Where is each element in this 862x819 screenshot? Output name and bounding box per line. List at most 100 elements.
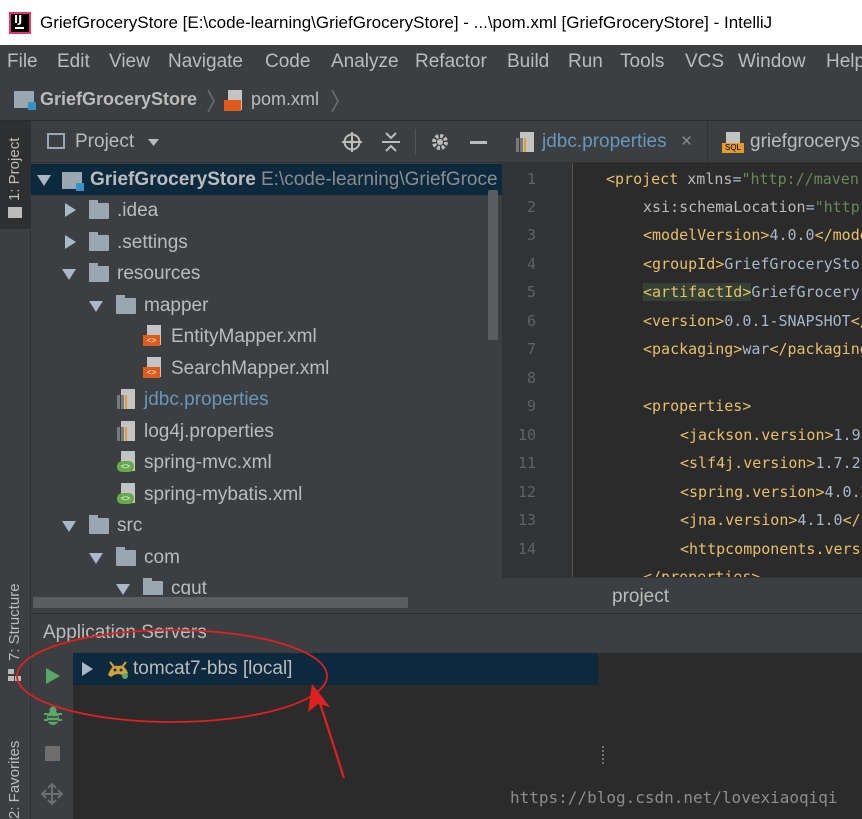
project-tree-horizontal-scrollbar[interactable] bbox=[33, 597, 408, 608]
folder-icon bbox=[8, 207, 22, 218]
tree-item-cqut[interactable]: cqut bbox=[31, 573, 502, 595]
application-servers-title: Application Servers bbox=[43, 622, 207, 643]
tree-item-spring-mybatis[interactable]: <> spring-mybatis.xml bbox=[31, 479, 502, 510]
tree-item-label: SearchMapper.xml bbox=[171, 358, 330, 379]
tree-item-idea[interactable]: .idea bbox=[31, 195, 502, 226]
navigation-bar: GriefGroceryStore pom.xml bbox=[0, 79, 862, 121]
run-icon[interactable] bbox=[45, 667, 61, 685]
tool-tab-structure[interactable]: 7: Structure bbox=[0, 566, 31, 696]
toolbar-divider bbox=[415, 129, 416, 155]
menu-navigate[interactable]: Navigate bbox=[168, 51, 243, 73]
sql-file-icon: SQL bbox=[722, 132, 744, 154]
locate-file-icon[interactable] bbox=[342, 132, 362, 152]
editor-tab-label: jdbc.properties bbox=[542, 131, 667, 152]
expand-arrow-icon[interactable] bbox=[116, 584, 130, 595]
spring-xml-file-icon: <> bbox=[117, 483, 137, 505]
tree-item-project-root[interactable]: GriefGroceryStore E:\code-learning\Grief… bbox=[31, 164, 502, 195]
menu-tools[interactable]: Tools bbox=[620, 51, 664, 73]
code-editor[interactable]: <project xmlns="http://maven. xsi:schema… bbox=[572, 163, 862, 577]
breadcrumb-file[interactable]: pom.xml bbox=[251, 89, 319, 110]
expand-arrow-icon[interactable] bbox=[37, 175, 51, 186]
project-tree: GriefGroceryStore E:\code-learning\Grief… bbox=[31, 163, 502, 595]
project-tree-vertical-scrollbar[interactable] bbox=[488, 190, 498, 340]
expand-arrow-icon[interactable] bbox=[62, 521, 76, 532]
tree-item-label: cqut bbox=[171, 578, 207, 595]
expand-arrow-icon[interactable] bbox=[65, 203, 76, 217]
editor-breadcrumb-item[interactable]: project bbox=[612, 586, 669, 608]
tool-tab-structure-label: 7: Structure bbox=[6, 583, 23, 661]
debug-bug-icon[interactable] bbox=[42, 705, 64, 727]
menu-run[interactable]: Run bbox=[568, 51, 603, 73]
xml-file-icon: <> bbox=[143, 357, 163, 379]
tree-item-label: mapper bbox=[144, 295, 209, 316]
properties-file-icon bbox=[516, 132, 536, 154]
tree-item-log4j-properties[interactable]: log4j.properties bbox=[31, 416, 502, 447]
expand-arrow-icon[interactable] bbox=[89, 301, 103, 312]
line-number: 1 bbox=[526, 170, 536, 188]
tool-tab-favorites[interactable]: 2: Favorites bbox=[0, 716, 31, 819]
expand-arrow-icon[interactable] bbox=[65, 235, 76, 249]
application-servers-toolbar bbox=[31, 653, 73, 819]
structure-icon bbox=[8, 669, 22, 681]
stop-icon[interactable] bbox=[45, 746, 60, 761]
tree-item-searchmapper[interactable]: <> SearchMapper.xml bbox=[31, 353, 502, 384]
menu-refactor[interactable]: Refactor bbox=[415, 51, 487, 73]
tree-item-com[interactable]: com bbox=[31, 542, 502, 573]
code-line-3: <modelVersion>4.0.0</mode bbox=[643, 226, 862, 244]
tree-item-label: spring-mvc.xml bbox=[144, 452, 272, 473]
breadcrumb-project[interactable]: GriefGroceryStore bbox=[40, 89, 197, 110]
folder-icon bbox=[89, 515, 109, 534]
code-line-14: <httpcomponents.versi bbox=[680, 540, 862, 558]
expand-arrow-icon[interactable] bbox=[62, 269, 76, 280]
gear-icon[interactable] bbox=[429, 131, 451, 153]
menu-analyze[interactable]: Analyze bbox=[331, 51, 399, 73]
tree-item-settings[interactable]: .settings bbox=[31, 227, 502, 258]
line-number: 8 bbox=[526, 369, 536, 387]
line-number: 11 bbox=[517, 454, 536, 472]
folder-icon bbox=[116, 547, 136, 566]
menu-code[interactable]: Code bbox=[265, 51, 310, 73]
tree-item-spring-mvc[interactable]: <> spring-mvc.xml bbox=[31, 447, 502, 478]
line-number: 14 bbox=[517, 540, 536, 558]
menu-file[interactable]: File bbox=[7, 51, 38, 73]
expand-arrow-icon[interactable] bbox=[89, 553, 103, 564]
resize-grip-icon[interactable] bbox=[600, 745, 606, 765]
menu-help[interactable]: Help bbox=[826, 51, 862, 73]
tree-item-jdbc-properties[interactable]: jdbc.properties bbox=[31, 384, 502, 415]
expand-arrow-icon[interactable] bbox=[82, 662, 93, 676]
tree-item-label: EntityMapper.xml bbox=[171, 326, 317, 347]
properties-file-icon bbox=[117, 389, 137, 411]
code-line-13: <jna.version>4.1.0</ bbox=[680, 511, 861, 529]
project-folder-icon bbox=[14, 91, 36, 110]
tree-item-entitymapper[interactable]: <> EntityMapper.xml bbox=[31, 321, 502, 352]
tool-tab-project[interactable]: 1: Project bbox=[0, 121, 31, 229]
menu-bar: File Edit View Navigate Code Analyze Ref… bbox=[0, 45, 862, 79]
tree-item-mapper[interactable]: mapper bbox=[31, 290, 502, 321]
deploy-icon[interactable] bbox=[41, 783, 63, 805]
tree-item-label: jdbc.properties bbox=[144, 389, 269, 410]
editor-tab-sql[interactable]: SQL griefgrocerys bbox=[708, 121, 862, 162]
line-number: 2 bbox=[526, 198, 536, 216]
collapse-all-icon[interactable] bbox=[381, 132, 401, 152]
editor-tab-jdbc-properties[interactable]: jdbc.properties × bbox=[502, 121, 708, 162]
tree-item-resources[interactable]: resources bbox=[31, 258, 502, 289]
close-tab-icon[interactable]: × bbox=[681, 121, 692, 162]
menu-window[interactable]: Window bbox=[738, 51, 806, 73]
project-panel-title[interactable]: Project bbox=[75, 131, 134, 153]
code-line-6: <version>0.0.1-SNAPSHOT</ bbox=[643, 312, 862, 330]
editor-breadcrumb: project bbox=[502, 577, 862, 613]
menu-view[interactable]: View bbox=[109, 51, 150, 73]
minimize-icon[interactable] bbox=[470, 141, 487, 144]
menu-vcs[interactable]: VCS bbox=[685, 51, 724, 73]
tool-tab-project-label: 1: Project bbox=[6, 137, 23, 201]
menu-build[interactable]: Build bbox=[507, 51, 549, 73]
folder-icon bbox=[116, 295, 136, 314]
menu-edit[interactable]: Edit bbox=[57, 51, 90, 73]
code-line-12: <spring.version>4.0.2 bbox=[680, 483, 862, 501]
tree-item-src[interactable]: src bbox=[31, 510, 502, 541]
line-number: 13 bbox=[517, 511, 536, 529]
server-row-tomcat7-bbs[interactable]: tomcat7-bbs [local] bbox=[73, 653, 598, 685]
chevron-down-icon[interactable] bbox=[148, 139, 159, 146]
code-line-9: <properties> bbox=[643, 397, 752, 415]
folder-icon bbox=[143, 578, 163, 595]
